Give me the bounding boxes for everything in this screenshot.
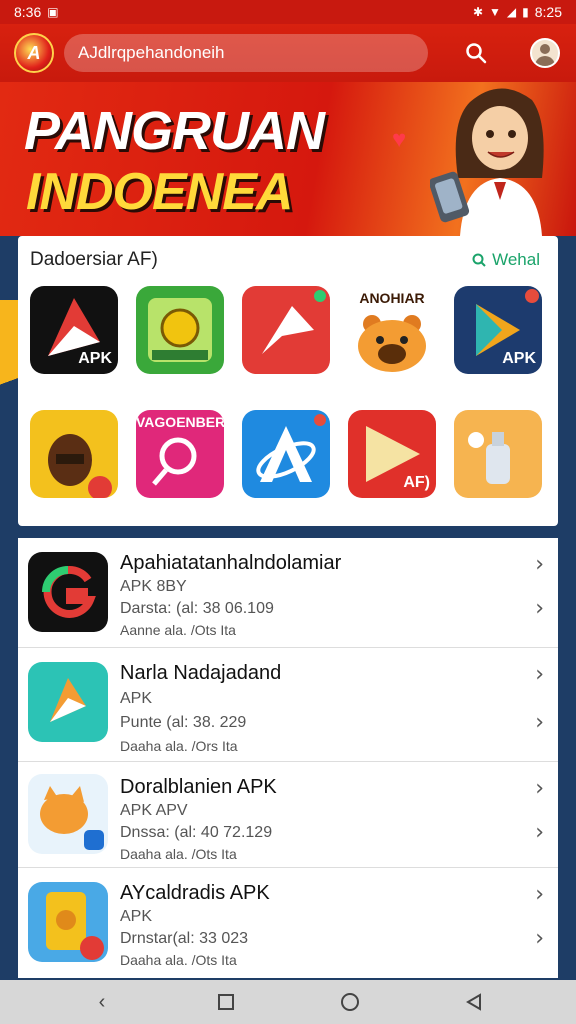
chevron-right-icon: ›: [535, 776, 544, 801]
app-type: APK: [120, 908, 153, 925]
app-name: Apahiatatanhalndolamiar: [120, 552, 342, 574]
heart-icon: ♥: [392, 126, 407, 153]
notification-icon: ▣: [47, 5, 59, 19]
see-all-link[interactable]: Wehal: [472, 250, 540, 270]
search-icon: [472, 253, 486, 267]
wifi-icon: ▼: [489, 5, 501, 19]
circle-icon: [341, 993, 359, 1011]
system-nav-bar: ‹: [0, 980, 576, 1024]
app-type: APK APV: [120, 802, 188, 819]
chevron-right-icon: ›: [535, 662, 544, 687]
signal-icon: ◢: [506, 5, 517, 19]
app-icon-character-yellow[interactable]: [30, 410, 118, 498]
app-date: Punte (al: 38. 229: [120, 714, 247, 731]
featured-apps-card: Dadoersiar AF) Wehal APK ANOHIAR APK VAG…: [18, 236, 558, 526]
featured-header: Dadoersiar AF) Wehal: [30, 246, 540, 274]
app-list: Apahiatatanhalndolamiar APK 8BY Darsta: …: [18, 538, 558, 978]
app-icon-play-apk[interactable]: APK: [454, 286, 542, 374]
chevron-left-icon: ‹: [98, 990, 106, 1013]
app-icon-bear[interactable]: ANOHIAR: [348, 286, 436, 374]
battery-icon: ▮: [522, 5, 529, 19]
app-icon-orange-bottle[interactable]: [454, 410, 542, 498]
app-icon-red-arrow[interactable]: [242, 286, 330, 374]
banner-title: PANGRUAN: [24, 101, 325, 161]
mascot-girl-illustration: [430, 88, 544, 236]
app-list-icon: [28, 882, 108, 962]
banner-subtitle: INDOENEA: [26, 163, 293, 221]
promo-banner[interactable]: PANGRUAN INDOENEA ♥: [0, 82, 576, 236]
list-item[interactable]: AYcaldradis APK APK Drnstar(al: 33 023 D…: [18, 868, 558, 978]
app-list-icon: [28, 552, 108, 632]
logo-letter: A: [27, 42, 41, 63]
chevron-right-icon: ›: [535, 710, 544, 735]
list-item[interactable]: Apahiatatanhalndolamiar APK 8BY Darsta: …: [18, 538, 558, 648]
app-name: AYcaldradis APK: [120, 882, 270, 904]
app-icon-green-badge[interactable]: [136, 286, 224, 374]
nav-recents-button[interactable]: [206, 982, 246, 1022]
app-icon-pink-search[interactable]: VAGOENBER: [136, 410, 224, 498]
clock-left: 8:36: [14, 4, 42, 20]
app-icon-blue-a[interactable]: [242, 410, 330, 498]
chevron-right-icon: ›: [535, 552, 544, 577]
app-icon-caption: APK: [78, 350, 112, 367]
list-item[interactable]: Narla Nadajadand APK Punte (al: 38. 229 …: [18, 648, 558, 762]
app-logo[interactable]: A: [14, 33, 54, 73]
app-size: Daaha ala. /Ors Ita: [120, 738, 238, 754]
app-date: Drnstar(al: 33 023: [120, 930, 249, 947]
featured-title: Dadoersiar AF): [30, 249, 158, 270]
app-size: Daaha ala. /Ots Ita: [120, 952, 237, 968]
chevron-right-icon: ›: [535, 820, 544, 845]
chevron-right-icon: ›: [535, 926, 544, 951]
app-name: Doralblanien APK: [120, 776, 277, 798]
search-bar[interactable]: [64, 34, 428, 72]
app-size: Aanne ala. /Ots Ita: [120, 622, 236, 638]
app-icon-caption: APK: [502, 350, 536, 367]
app-list-icon: [28, 774, 108, 854]
featured-app-grid: APK ANOHIAR APK VAGOENBER AF): [30, 286, 546, 498]
search-icon: [466, 43, 487, 64]
chevron-right-icon: ›: [535, 882, 544, 907]
app-date: Dnssa: (al: 40 72.129: [120, 824, 273, 841]
clock: 8:25: [534, 4, 562, 20]
list-item[interactable]: Doralblanien APK APK APV Dnssa: (al: 40 …: [18, 762, 558, 868]
square-icon: [218, 994, 234, 1010]
app-size: Daaha ala. /Ots Ita: [120, 846, 237, 862]
back-triangle-icon: [466, 993, 481, 1011]
search-input[interactable]: [78, 43, 414, 63]
nav-home-button[interactable]: [330, 982, 370, 1022]
app-bar: A: [0, 24, 576, 82]
app-date: Darsta: (al: 38 06.109: [120, 600, 274, 617]
app-icon-red-play-af[interactable]: AF): [348, 410, 436, 498]
chevron-right-icon: ›: [535, 596, 544, 621]
app-list-icon: [28, 662, 108, 742]
app-type: APK 8BY: [120, 578, 187, 595]
app-icon-apk-red-arrow[interactable]: APK: [30, 286, 118, 374]
profile-avatar[interactable]: [530, 38, 560, 68]
bluetooth-icon: ✱: [472, 5, 484, 19]
search-button[interactable]: [458, 35, 494, 71]
app-type: APK: [120, 690, 153, 707]
nav-back-triangle-button[interactable]: [454, 982, 494, 1022]
see-all-label: Wehal: [492, 250, 540, 269]
status-bar: 8:36 ▣ ✱ ▼ ◢ ▮ 8:25: [0, 0, 576, 24]
app-icon-caption: AF): [403, 474, 430, 491]
app-name: Narla Nadajadand: [120, 662, 282, 684]
nav-back-button[interactable]: ‹: [82, 982, 122, 1022]
